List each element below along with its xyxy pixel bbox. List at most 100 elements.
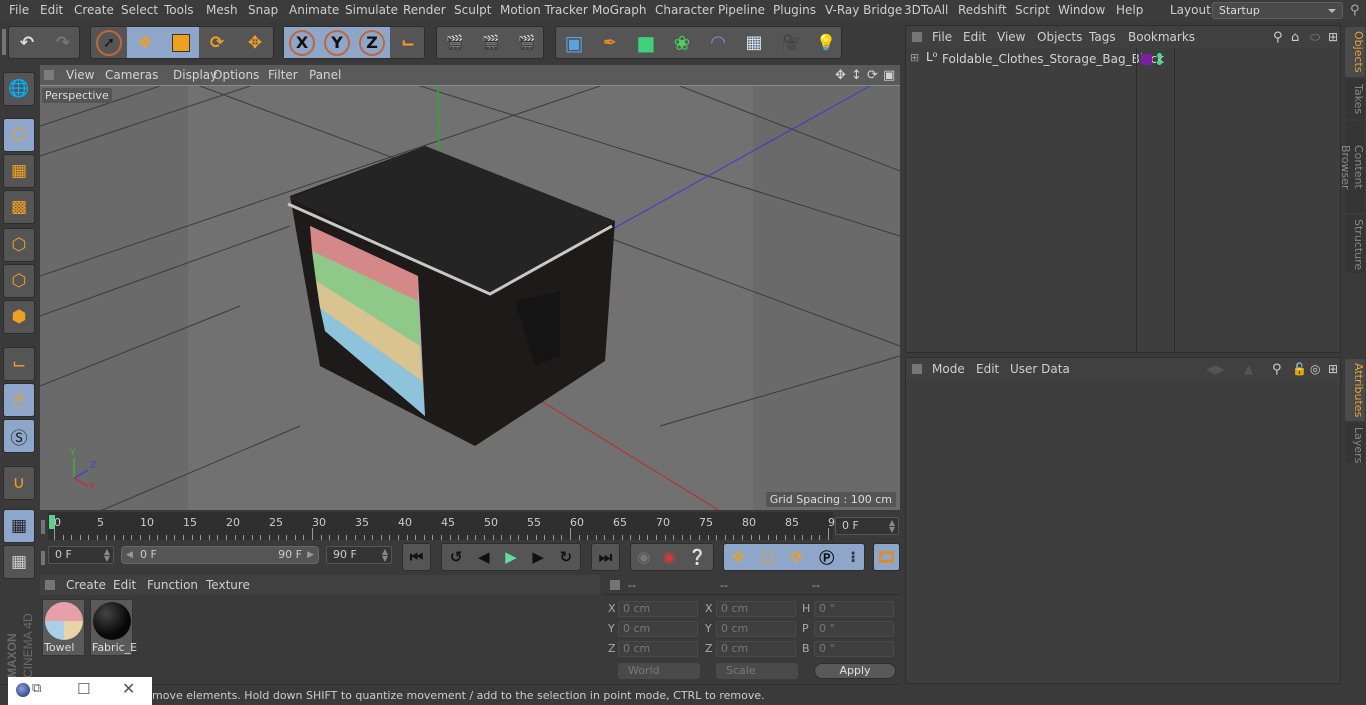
apply-button[interactable]: Apply <box>814 663 896 679</box>
point-level-icon[interactable]: ⁝ <box>850 548 856 566</box>
subdivision-icon[interactable]: ■ <box>628 27 664 58</box>
menu-motion-tracker[interactable]: Motion Tracker <box>500 3 588 17</box>
menu-window[interactable]: Window <box>1058 3 1105 17</box>
render-visibility-dot[interactable] <box>1157 60 1162 65</box>
layout-dropdown[interactable]: Startup <box>1212 2 1343 19</box>
timeline-grip[interactable] <box>41 520 45 534</box>
previous-keyframe-icon[interactable]: ↺ <box>450 548 463 566</box>
rotate-view-icon[interactable]: ⟳ <box>867 68 878 83</box>
tab-content-browser[interactable]: Content Browser <box>1339 121 1365 213</box>
rot-p-field[interactable]: 0 ° <box>814 621 894 637</box>
menu-mesh[interactable]: Mesh <box>206 3 238 17</box>
object-menu-edit[interactable]: Edit <box>963 30 986 44</box>
rotate-icon[interactable]: ⟳ <box>199 27 235 58</box>
expand-icon[interactable]: ⊞ <box>910 51 919 64</box>
restore-icon[interactable]: ⧉ <box>32 681 41 696</box>
next-frame-icon[interactable]: ▶ <box>532 548 544 566</box>
object-name[interactable]: Foldable_Clothes_Storage_Bag_Black <box>942 52 1164 66</box>
position-key-icon[interactable]: ✥ <box>732 548 745 566</box>
edges-mode-icon[interactable]: ⬡ <box>3 264 35 298</box>
menu-character[interactable]: Character <box>655 3 714 17</box>
maximize-view-icon[interactable]: ▣ <box>883 68 895 83</box>
workplane-lock-icon[interactable]: ▦ <box>3 509 35 543</box>
viewport-grip[interactable] <box>44 70 54 80</box>
spinner-icon[interactable]: ▲ ▼ <box>382 548 388 563</box>
object-menu-view[interactable]: View <box>997 30 1025 44</box>
axis-mode-icon[interactable]: ⌙ <box>3 347 35 381</box>
texture-mode-icon[interactable]: ▦ <box>3 154 35 188</box>
close-icon[interactable]: ✕ <box>122 679 135 698</box>
up-icon[interactable]: ▲ <box>1244 362 1253 376</box>
object-tree-row[interactable]: ⊞ L⁰ Foldable_Clothes_Storage_Bag_Black <box>906 48 1340 352</box>
object-menu-tags[interactable]: Tags <box>1089 30 1116 44</box>
rot-h-field[interactable]: 0 ° <box>814 601 894 617</box>
render-picture-viewer-icon[interactable]: 🎬 <box>473 27 509 58</box>
light-icon[interactable]: 💡 <box>808 27 844 58</box>
size-mode-dropdown[interactable]: Scale <box>716 663 798 679</box>
material-swatch-fabric[interactable]: Fabric_E <box>90 599 137 656</box>
back-icon[interactable]: ◀▶ <box>1206 362 1224 376</box>
make-editable-icon[interactable]: 🌐 <box>3 72 35 106</box>
current-frame-field[interactable]: 0 F ▲ ▼ <box>835 517 899 535</box>
pos-x-field[interactable]: 0 cm <box>618 601 698 617</box>
material-menu-create[interactable]: Create <box>66 578 106 592</box>
attribute-menu-mode[interactable]: Mode <box>932 362 965 376</box>
transport-grip[interactable] <box>41 551 45 565</box>
material-swatch-towel[interactable]: Towel <box>42 599 85 656</box>
end-frame-field[interactable]: 90 F ▲ ▼ <box>326 546 392 564</box>
size-x-field[interactable]: 0 cm <box>716 601 796 617</box>
camera-label[interactable]: Perspective <box>42 88 112 103</box>
snap-icon[interactable]: ∪ <box>3 466 35 500</box>
home-icon[interactable]: ⌂ <box>1291 30 1299 45</box>
tab-takes[interactable]: Takes <box>1345 79 1365 119</box>
camera-icon[interactable]: 🎥 <box>772 27 808 58</box>
tweak-mode-icon[interactable]: 🖱 <box>3 383 35 417</box>
new-window-icon[interactable]: ⊞ <box>1328 30 1338 44</box>
next-keyframe-icon[interactable]: ↻ <box>560 548 573 566</box>
menu-mograph[interactable]: MoGraph <box>592 3 647 17</box>
object-grip[interactable] <box>912 32 922 42</box>
menu-file[interactable]: File <box>9 3 29 17</box>
x-axis-lock-icon[interactable]: X <box>284 27 320 58</box>
viewport-menu-cameras[interactable]: Cameras <box>105 68 158 82</box>
toolbar-grip[interactable] <box>2 29 6 55</box>
rotation-key-icon[interactable]: ⟳ <box>791 548 804 566</box>
coordinate-space-dropdown[interactable]: World <box>618 663 700 679</box>
live-selection-icon[interactable]: ➚ <box>91 27 127 58</box>
previous-frame-icon[interactable]: ◀ <box>478 548 490 566</box>
spinner-icon[interactable]: ▲ ▼ <box>104 548 110 563</box>
coordinates-grip[interactable] <box>610 580 620 590</box>
object-menu-bookmarks[interactable]: Bookmarks <box>1128 30 1195 44</box>
new-window-icon[interactable]: ⊞ <box>1328 362 1338 376</box>
menu-snap[interactable]: Snap <box>248 3 278 17</box>
rot-b-field[interactable]: 0 ° <box>814 641 894 657</box>
menu-help[interactable]: Help <box>1116 3 1143 17</box>
undo-icon[interactable]: ↶ <box>9 27 45 58</box>
go-to-start-button[interactable]: ⏮ <box>402 543 431 571</box>
menu-create[interactable]: Create <box>74 3 114 17</box>
pan-view-icon[interactable]: ✥ <box>835 68 846 83</box>
keyframe-selection-icon[interactable]: ❔ <box>688 548 707 566</box>
material-grip[interactable] <box>45 580 55 590</box>
scale-key-icon[interactable]: ▢ <box>761 548 775 566</box>
spinner-icon[interactable]: ▲ ▼ <box>889 519 895 534</box>
menu-render[interactable]: Render <box>403 3 446 17</box>
attribute-grip[interactable] <box>912 364 922 374</box>
material-menu-texture[interactable]: Texture <box>206 578 250 592</box>
tab-objects[interactable]: Objects <box>1345 27 1365 77</box>
menu-select[interactable]: Select <box>121 3 158 17</box>
pen-icon[interactable]: ✒ <box>592 27 628 58</box>
points-mode-icon[interactable]: ⬡ <box>3 228 35 262</box>
play-icon[interactable]: ▶ <box>505 548 517 566</box>
record-keys-icon[interactable]: ◉ <box>637 548 650 566</box>
attribute-menu-user-data[interactable]: User Data <box>1010 362 1070 376</box>
cube-icon[interactable]: ▣ <box>556 27 592 58</box>
floor-icon[interactable]: ▦ <box>736 27 772 58</box>
object-menu-file[interactable]: File <box>932 30 952 44</box>
menu-3dtoall[interactable]: 3DToAll <box>904 3 948 17</box>
menu-animate[interactable]: Animate <box>289 3 339 17</box>
menu-pipeline[interactable]: Pipeline <box>718 3 765 17</box>
lock-icon[interactable]: 🔓 <box>1292 362 1307 376</box>
range-right-arrow-icon[interactable]: ▶ <box>307 547 314 563</box>
viewport-menu-filter[interactable]: Filter <box>268 68 298 82</box>
